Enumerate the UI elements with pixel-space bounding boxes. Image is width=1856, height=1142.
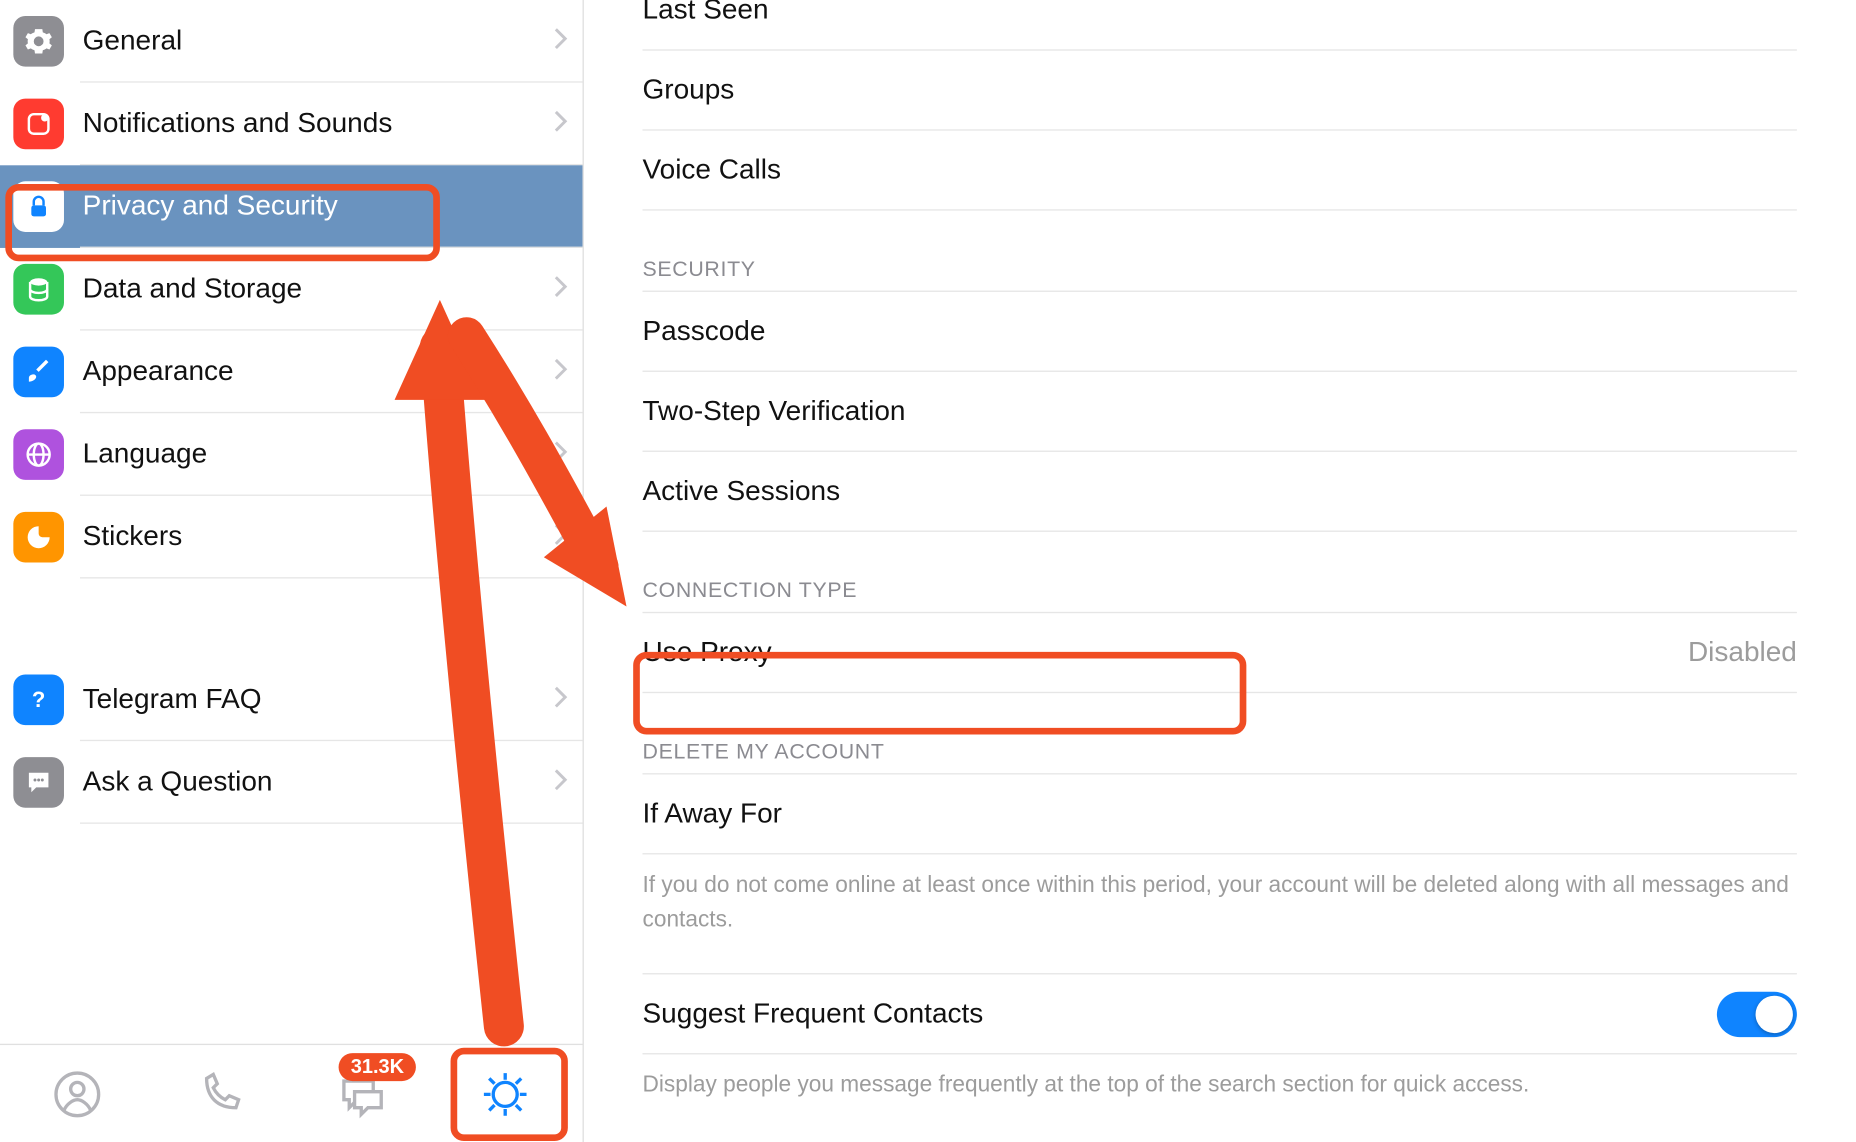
chevron-right-icon xyxy=(553,24,569,59)
sidebar-item-label: Stickers xyxy=(83,521,554,553)
section-header-delete: DELETE MY ACCOUNT xyxy=(643,741,1797,765)
settings-tab[interactable] xyxy=(439,1045,572,1142)
question-icon: ? xyxy=(13,674,64,725)
row-active-sessions[interactable]: Active Sessions xyxy=(643,452,1797,532)
row-suggest-contacts[interactable]: Suggest Frequent Contacts xyxy=(643,974,1797,1054)
sticker-icon xyxy=(13,512,64,563)
sidebar-item-label: Language xyxy=(83,439,554,471)
chevron-right-icon xyxy=(553,437,569,472)
row-groups[interactable]: Groups xyxy=(643,51,1797,131)
sidebar-item-stickers[interactable]: Stickers xyxy=(0,496,583,579)
sidebar-item-label: Ask a Question xyxy=(83,766,554,798)
settings-sidebar: General Notifications and Sounds Privacy… xyxy=(0,0,584,1142)
row-voice-calls[interactable]: Voice Calls xyxy=(643,131,1797,211)
svg-text:?: ? xyxy=(32,687,45,712)
sidebar-item-privacy[interactable]: Privacy and Security xyxy=(0,165,583,248)
chat-icon xyxy=(13,757,64,808)
sidebar-item-notifications[interactable]: Notifications and Sounds xyxy=(0,83,583,166)
contacts-tab[interactable] xyxy=(10,1045,143,1142)
row-passcode[interactable]: Passcode xyxy=(643,292,1797,372)
settings-gear-icon xyxy=(479,1067,532,1120)
suggest-contacts-toggle[interactable] xyxy=(1717,991,1797,1036)
sidebar-item-label: General xyxy=(83,25,554,57)
bottom-tabbar: 31.3K xyxy=(0,1044,583,1142)
chats-tab[interactable]: 31.3K xyxy=(296,1045,429,1142)
phone-icon xyxy=(193,1067,246,1120)
section-header-security: SECURITY xyxy=(643,259,1797,283)
sidebar-item-label: Appearance xyxy=(83,356,554,388)
chevron-right-icon xyxy=(553,765,569,800)
sidebar-item-general[interactable]: General xyxy=(0,0,583,83)
globe-icon xyxy=(13,429,64,480)
brush-icon xyxy=(13,347,64,398)
database-icon xyxy=(13,264,64,315)
chevron-right-icon xyxy=(553,272,569,307)
chevron-right-icon xyxy=(553,520,569,555)
bell-icon xyxy=(13,99,64,150)
delete-footer: If you do not come online at least once … xyxy=(643,868,1797,936)
contacts-icon xyxy=(50,1067,103,1120)
sidebar-item-ask[interactable]: Ask a Question xyxy=(0,741,583,824)
chevron-right-icon xyxy=(553,355,569,390)
section-header-connection: CONNECTION TYPE xyxy=(643,580,1797,604)
row-two-step[interactable]: Two-Step Verification xyxy=(643,372,1797,452)
row-use-proxy[interactable]: Use Proxy Disabled xyxy=(643,613,1797,693)
proxy-status: Disabled xyxy=(1688,637,1797,669)
sidebar-item-language[interactable]: Language xyxy=(0,413,583,496)
lock-icon xyxy=(13,181,64,232)
chevron-right-icon xyxy=(553,107,569,142)
sidebar-item-label: Notifications and Sounds xyxy=(83,108,554,140)
sidebar-item-label: Telegram FAQ xyxy=(83,684,554,716)
contacts-footer: Display people you message frequently at… xyxy=(643,1068,1797,1102)
sidebar-item-label: Privacy and Security xyxy=(83,191,570,223)
sidebar-list: General Notifications and Sounds Privacy… xyxy=(0,0,583,1044)
chevron-right-icon xyxy=(553,682,569,717)
gear-icon xyxy=(13,16,64,67)
sidebar-item-appearance[interactable]: Appearance xyxy=(0,331,583,414)
row-last-seen[interactable]: Last Seen xyxy=(643,0,1797,51)
row-if-away-for[interactable]: If Away For xyxy=(643,774,1797,854)
sidebar-item-label: Data and Storage xyxy=(83,273,554,305)
calls-tab[interactable] xyxy=(153,1045,286,1142)
unread-badge: 31.3K xyxy=(339,1053,416,1081)
sidebar-item-faq[interactable]: ? Telegram FAQ xyxy=(0,659,583,742)
sidebar-item-data[interactable]: Data and Storage xyxy=(0,248,583,331)
detail-pane: Last Seen Groups Voice Calls SECURITY Pa… xyxy=(584,0,1856,1142)
